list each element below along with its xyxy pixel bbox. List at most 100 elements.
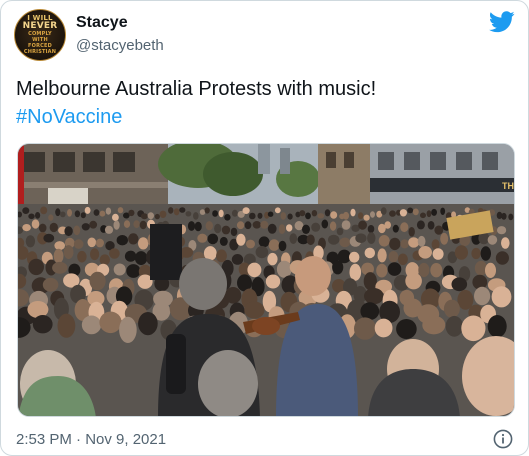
crowd-head: [471, 247, 481, 260]
crowd-head: [255, 246, 269, 259]
crowd-head: [173, 208, 180, 216]
crowd-head: [64, 226, 73, 237]
crowd-head: [140, 213, 148, 220]
crowd-head: [350, 208, 356, 217]
crowd-head: [360, 302, 380, 321]
crowd-head: [339, 237, 351, 248]
crowd-head: [99, 254, 111, 266]
crowd-head: [43, 233, 55, 243]
crowd-head: [412, 208, 419, 216]
info-icon[interactable]: [493, 429, 513, 449]
crowd-head: [487, 235, 498, 245]
crowd-head: [370, 211, 375, 218]
crowd-head: [187, 221, 196, 231]
crowd-head: [389, 210, 396, 217]
crowd-head: [407, 207, 414, 214]
crowd-head: [305, 212, 311, 220]
crowd-head: [268, 239, 280, 251]
tweet-timestamp[interactable]: 2:53 PM · Nov 9, 2021: [16, 431, 166, 448]
tweet-card[interactable]: I WILL NEVER COMPLY WITH FORCED CHRISTIA…: [0, 0, 529, 456]
crowd-head: [408, 227, 415, 237]
crowd-head: [417, 235, 426, 247]
crowd-head: [25, 235, 36, 248]
crowd-head: [138, 237, 149, 250]
twitter-bird-icon[interactable]: [489, 11, 515, 33]
crowd-head: [230, 227, 238, 237]
crowd-head: [87, 237, 97, 248]
crowd-head: [384, 221, 392, 229]
crowd-head: [123, 220, 131, 228]
crowd-head: [388, 251, 399, 263]
crowd-head: [80, 212, 86, 219]
crowd-head: [231, 209, 238, 217]
crowd-head: [495, 251, 509, 265]
crowd-head: [138, 312, 158, 336]
crowd-head: [84, 206, 91, 214]
tweet-media-video[interactable]: THE: [17, 143, 515, 417]
shop-sign-text: THE: [502, 181, 515, 191]
crowd-head: [306, 234, 315, 246]
author-handle[interactable]: @stacyebeth: [76, 37, 164, 54]
crowd-head: [431, 208, 437, 216]
crowd-head: [328, 234, 340, 245]
crowd-head: [408, 237, 420, 248]
crowd-head: [77, 250, 87, 263]
crowd-head: [364, 247, 375, 259]
crowd-head: [376, 263, 388, 278]
crowd-head: [260, 220, 269, 229]
crowd-head: [218, 209, 224, 218]
crowd-head: [389, 237, 401, 251]
crowd-head: [252, 221, 261, 229]
crowd-head: [168, 207, 174, 214]
crowd-head: [42, 277, 59, 292]
crowd-head: [249, 212, 256, 220]
crowd-head: [392, 224, 399, 233]
crowd-head: [491, 286, 512, 308]
crowd-head: [454, 245, 468, 260]
crowd-head: [38, 223, 47, 233]
crowd-head: [221, 225, 231, 235]
crowd-head: [128, 233, 139, 245]
crowd-head: [287, 213, 293, 220]
crowd-head: [89, 271, 106, 291]
crowd-head: [497, 226, 507, 235]
crowd-head: [267, 223, 277, 234]
crowd-head: [286, 224, 293, 232]
crowd-head: [420, 212, 426, 219]
tweet-body: Melbourne Australia Protests with music!: [16, 78, 377, 100]
crowd-head: [124, 250, 137, 262]
crowd-head: [363, 272, 377, 291]
crowd-head: [357, 212, 364, 220]
crowd-head: [28, 258, 44, 276]
avatar[interactable]: I WILL NEVER COMPLY WITH FORCED CHRISTIA…: [14, 9, 66, 61]
avatar-logo-text: I WILL NEVER COMPLY WITH FORCED CHRISTIA…: [22, 14, 58, 56]
crowd-head: [302, 224, 310, 234]
crowd-head: [311, 210, 318, 217]
crowd-head: [501, 212, 507, 220]
crowd-head: [231, 254, 244, 265]
crowd-head: [31, 219, 40, 229]
author-display-name[interactable]: Stacye: [76, 14, 128, 32]
crowd-head: [418, 246, 433, 259]
crowd-head: [430, 263, 443, 278]
crowd-head: [159, 210, 167, 218]
crowd-head: [35, 212, 41, 219]
crowd-head: [422, 315, 446, 335]
crowd-head: [416, 220, 425, 230]
crowd-head: [119, 316, 137, 343]
crowd-head: [90, 248, 100, 261]
crowd-head: [443, 299, 460, 318]
crowd-head: [205, 221, 213, 231]
crowd-head: [22, 207, 30, 214]
crowd-head: [216, 249, 227, 263]
crowd-head: [185, 211, 192, 217]
hashtag-link[interactable]: #NoVaccine: [16, 103, 516, 131]
crowd-head: [426, 210, 432, 218]
crowd-head: [113, 220, 120, 230]
crowd-head: [154, 213, 160, 220]
crowd-head: [247, 262, 262, 278]
crowd-head: [99, 311, 122, 334]
crowd-head: [501, 237, 510, 249]
crowd-head: [246, 239, 255, 249]
crowd-head: [134, 251, 148, 266]
